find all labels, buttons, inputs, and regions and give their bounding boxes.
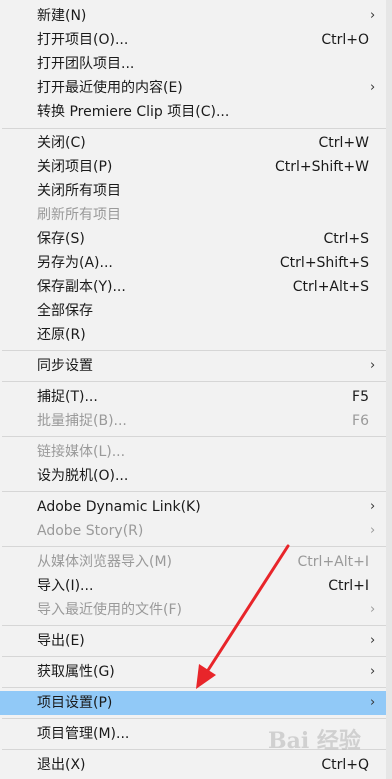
menu-item-import[interactable]: 导入(I)... Ctrl+I: [0, 574, 386, 598]
menu-item-capture[interactable]: 捕捉(T)... F5: [0, 385, 386, 409]
menu-item-label: 退出(X): [37, 757, 86, 773]
submenu-chevron-icon: ›: [370, 523, 376, 538]
menu-item-new[interactable]: 新建(N) ›: [0, 4, 386, 28]
menu-item-label: 获取属性(G): [37, 664, 115, 680]
menu-item-shortcut: Ctrl+O: [321, 32, 369, 48]
menu-item-label: Adobe Story(R): [37, 523, 144, 539]
menu-separator: [2, 491, 386, 492]
menu-item-shortcut: Ctrl+Alt+I: [297, 554, 369, 570]
submenu-chevron-icon: ›: [370, 8, 376, 23]
menu-item-label: 从媒体浏览器导入(M): [37, 554, 173, 570]
submenu-chevron-icon: ›: [370, 358, 376, 373]
menu-item-shortcut: Ctrl+I: [328, 578, 369, 594]
menu-item-save-copy[interactable]: 保存副本(Y)... Ctrl+Alt+S: [0, 275, 386, 299]
menu-item-label: 新建(N): [37, 8, 87, 24]
menu-item-open-team-project[interactable]: 打开团队项目...: [0, 52, 386, 76]
menu-item-import-recent-file[interactable]: 导入最近使用的文件(F) ›: [0, 598, 386, 622]
menu-item-label: 导入(I)...: [37, 578, 94, 594]
menu-item-label: 保存(S): [37, 231, 85, 247]
menu-separator: [2, 546, 386, 547]
menu-item-label: 捕捉(T)...: [37, 389, 98, 405]
menu-item-label: 同步设置: [37, 358, 93, 374]
menu-item-shortcut: F6: [352, 413, 369, 429]
menu-item-label: 打开最近使用的内容(E): [37, 80, 183, 96]
menu-item-label: 项目设置(P): [37, 695, 113, 711]
watermark-logo: Bai 经验: [268, 728, 361, 754]
menu-separator: [2, 656, 386, 657]
submenu-chevron-icon: ›: [370, 695, 376, 710]
menu-item-close[interactable]: 关闭(C) Ctrl+W: [0, 131, 386, 155]
menu-item-label: 关闭所有项目: [37, 183, 121, 199]
menu-item-open-project[interactable]: 打开项目(O)... Ctrl+O: [0, 28, 386, 52]
menu-item-close-all-projects[interactable]: 关闭所有项目: [0, 179, 386, 203]
menu-item-make-offline[interactable]: 设为脱机(O)...: [0, 464, 386, 488]
menu-item-import-from-media-browser[interactable]: 从媒体浏览器导入(M) Ctrl+Alt+I: [0, 550, 386, 574]
menu-separator: [2, 625, 386, 626]
menu-item-shortcut: Ctrl+Shift+S: [279, 255, 369, 271]
menu-item-label: Adobe Dynamic Link(K): [37, 499, 201, 515]
menu-item-convert-premiere-clip[interactable]: 转换 Premiere Clip 项目(C)...: [0, 100, 386, 124]
menu-item-label: 全部保存: [37, 303, 93, 319]
menu-item-label: 刷新所有项目: [37, 207, 121, 223]
menu-item-label: 还原(R): [37, 327, 86, 343]
menu-separator: [2, 718, 386, 719]
menu-separator: [2, 687, 386, 688]
menu-item-refresh-all-projects[interactable]: 刷新所有项目: [0, 203, 386, 227]
menu-item-label: 打开团队项目...: [37, 56, 135, 72]
menu-item-batch-capture[interactable]: 批量捕捉(B)... F6: [0, 409, 386, 433]
menu-item-sync-settings[interactable]: 同步设置 ›: [0, 354, 386, 378]
submenu-chevron-icon: ›: [370, 499, 376, 514]
menu-item-save-all[interactable]: 全部保存: [0, 299, 386, 323]
menu-separator: [2, 128, 386, 129]
menu-item-link-media[interactable]: 链接媒体(L)...: [0, 440, 386, 464]
menu-item-label: 链接媒体(L)...: [37, 444, 126, 460]
menu-item-label: 关闭项目(P): [37, 159, 113, 175]
menu-item-label: 另存为(A)...: [37, 255, 113, 271]
menu-item-shortcut: Ctrl+Shift+W: [274, 159, 369, 175]
menu-separator: [2, 350, 386, 351]
submenu-chevron-icon: ›: [370, 80, 376, 95]
menu-item-shortcut: Ctrl+W: [318, 135, 369, 151]
submenu-chevron-icon: ›: [370, 633, 376, 648]
menu-item-label: 关闭(C): [37, 135, 86, 151]
menu-item-get-properties[interactable]: 获取属性(G) ›: [0, 660, 386, 684]
menu-item-save-as[interactable]: 另存为(A)... Ctrl+Shift+S: [0, 251, 386, 275]
menu-item-shortcut: F5: [352, 389, 369, 405]
menu-separator: [2, 436, 386, 437]
submenu-chevron-icon: ›: [370, 664, 376, 679]
menu-item-revert[interactable]: 还原(R): [0, 323, 386, 347]
menu-item-label: 打开项目(O)...: [37, 32, 129, 48]
menu-item-adobe-dynamic-link[interactable]: Adobe Dynamic Link(K) ›: [0, 495, 386, 519]
menu-item-label: 保存副本(Y)...: [37, 279, 126, 295]
menu-item-export[interactable]: 导出(E) ›: [0, 629, 386, 653]
menu-item-label: 导出(E): [37, 633, 85, 649]
menu-item-label: 设为脱机(O)...: [37, 468, 129, 484]
submenu-chevron-icon: ›: [370, 602, 376, 617]
menu-item-shortcut: Ctrl+S: [323, 231, 369, 247]
menu-item-label: 转换 Premiere Clip 项目(C)...: [37, 104, 230, 120]
menu-separator: [2, 381, 386, 382]
menu-item-label: 批量捕捉(B)...: [37, 413, 127, 429]
menu-item-adobe-story[interactable]: Adobe Story(R) ›: [0, 519, 386, 543]
menu-item-project-settings[interactable]: 项目设置(P) ›: [0, 691, 386, 715]
menu-item-shortcut: Ctrl+Alt+S: [292, 279, 369, 295]
file-menu: 新建(N) › 打开项目(O)... Ctrl+O 打开团队项目... 打开最近…: [0, 0, 392, 779]
menu-item-label: 导入最近使用的文件(F): [37, 602, 182, 618]
menu-item-close-project[interactable]: 关闭项目(P) Ctrl+Shift+W: [0, 155, 386, 179]
menu-item-label: 项目管理(M)...: [37, 726, 130, 742]
menu-item-save[interactable]: 保存(S) Ctrl+S: [0, 227, 386, 251]
menu-item-open-recent[interactable]: 打开最近使用的内容(E) ›: [0, 76, 386, 100]
menu-edge: [386, 0, 392, 779]
